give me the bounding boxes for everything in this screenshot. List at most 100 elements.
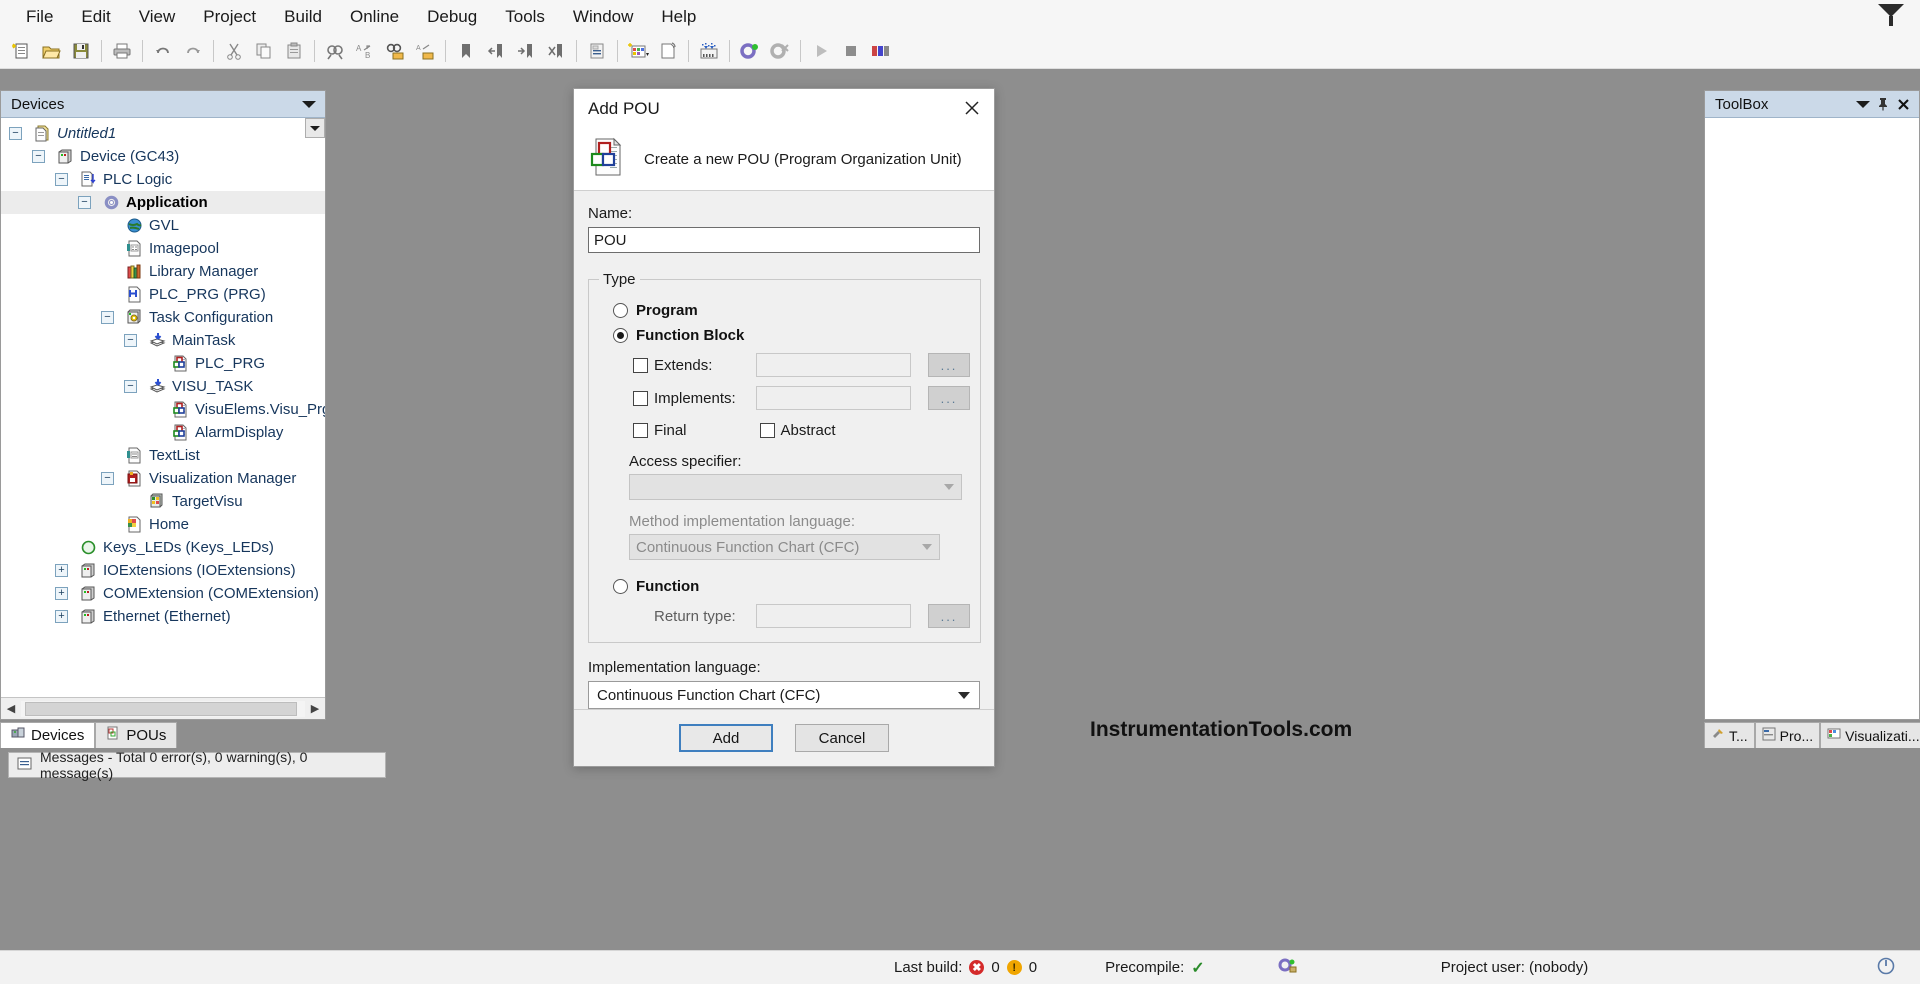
bookmark-icon[interactable]: [451, 36, 481, 66]
name-input[interactable]: [588, 227, 980, 254]
stop-icon[interactable]: [836, 36, 866, 66]
menu-edit[interactable]: Edit: [67, 3, 124, 31]
menu-file[interactable]: File: [12, 3, 67, 31]
tree-item-targetvisu[interactable]: TargetVisu: [1, 490, 325, 513]
tab-properties[interactable]: Pro...: [1754, 722, 1821, 748]
collapse-icon[interactable]: −: [78, 196, 91, 209]
close-icon[interactable]: [1893, 94, 1913, 114]
tab-toolbox[interactable]: T...: [1704, 722, 1755, 748]
program-radio[interactable]: [613, 303, 628, 319]
collapse-icon[interactable]: −: [101, 472, 114, 485]
print-icon[interactable]: [107, 36, 137, 66]
tree-item-application[interactable]: − Application: [1, 191, 325, 214]
implements-checkbox[interactable]: [633, 390, 648, 406]
chevron-down-icon[interactable]: [1853, 94, 1873, 114]
access-specifier-combo[interactable]: [629, 474, 962, 501]
implements-input[interactable]: [756, 386, 911, 411]
tree-item-untitled1[interactable]: − Untitled1: [1, 122, 325, 145]
collapse-icon[interactable]: −: [124, 334, 137, 347]
menu-view[interactable]: View: [125, 3, 190, 31]
tree-horizontal-scrollbar[interactable]: ◀ ▶: [1, 697, 325, 719]
tab-visualization[interactable]: Visualizati...: [1820, 722, 1920, 748]
cancel-button[interactable]: Cancel: [795, 724, 889, 753]
logout-icon[interactable]: [765, 36, 795, 66]
menu-online[interactable]: Online: [336, 3, 413, 31]
scroll-thumb[interactable]: [25, 701, 297, 716]
paste-icon[interactable]: [279, 36, 309, 66]
new-visualization-icon[interactable]: [623, 36, 653, 66]
tree-item-maintask[interactable]: − MainTask: [1, 329, 325, 352]
expand-icon[interactable]: +: [55, 564, 68, 577]
menu-debug[interactable]: Debug: [413, 3, 491, 31]
messages-bar[interactable]: Messages - Total 0 error(s), 0 warning(s…: [8, 749, 386, 781]
tree-item-imagepool[interactable]: Imagepool: [1, 237, 325, 260]
find-icon[interactable]: [320, 36, 350, 66]
scroll-right-icon[interactable]: ▶: [305, 698, 325, 719]
replace-in-project-icon[interactable]: A: [410, 36, 440, 66]
undo-icon[interactable]: [148, 36, 178, 66]
tree-item-gvl[interactable]: GVL: [1, 214, 325, 237]
menu-build[interactable]: Build: [270, 3, 336, 31]
redo-icon[interactable]: [178, 36, 208, 66]
scroll-track[interactable]: [21, 700, 305, 717]
tree-item-visu-task[interactable]: − VISU_TASK: [1, 375, 325, 398]
device-tree[interactable]: − Untitled1− Device (GC43) − PLC Logic − Appli…: [1, 118, 325, 694]
function-radio-row[interactable]: Function: [613, 578, 970, 595]
reset-icon[interactable]: [866, 36, 896, 66]
menu-window[interactable]: Window: [559, 3, 647, 31]
chevron-down-icon[interactable]: [299, 94, 319, 114]
return-type-input[interactable]: [756, 604, 911, 629]
tree-item-plc-prg[interactable]: PLC_PRG: [1, 352, 325, 375]
scroll-left-icon[interactable]: ◀: [1, 698, 21, 719]
collapse-icon[interactable]: −: [55, 173, 68, 186]
tree-item-visuelems-visu-prg[interactable]: VisuElems.Visu_Prg: [1, 398, 325, 421]
return-type-browse-button[interactable]: ...: [928, 604, 970, 629]
tree-item-library-manager[interactable]: Library Manager: [1, 260, 325, 283]
save-project-icon[interactable]: [66, 36, 96, 66]
tree-item-device-gc43[interactable]: − Device (GC43): [1, 145, 325, 168]
tree-item-home[interactable]: Home: [1, 513, 325, 536]
function-block-radio[interactable]: [613, 328, 628, 344]
collapse-icon[interactable]: −: [124, 380, 137, 393]
tree-item-alarmdisplay[interactable]: AlarmDisplay: [1, 421, 325, 444]
find-in-project-icon[interactable]: [380, 36, 410, 66]
menu-tools[interactable]: Tools: [491, 3, 559, 31]
extends-browse-button[interactable]: ...: [928, 353, 970, 378]
collapse-icon[interactable]: −: [32, 150, 45, 163]
tree-item-task-configuration[interactable]: − Task Configuration: [1, 306, 325, 329]
collapse-icon[interactable]: −: [9, 127, 22, 140]
tree-dropdown-button[interactable]: [305, 118, 325, 138]
replace-icon[interactable]: AB: [350, 36, 380, 66]
final-checkbox[interactable]: [633, 423, 648, 439]
tree-item-ioextensions-ioextensions[interactable]: + IOExtensions (IOExtensions): [1, 559, 325, 582]
menu-project[interactable]: Project: [189, 3, 270, 31]
tree-item-plc-prg-prg[interactable]: PLC_PRG (PRG): [1, 283, 325, 306]
login-icon[interactable]: [735, 36, 765, 66]
power-icon[interactable]: [1876, 956, 1896, 980]
expand-icon[interactable]: +: [55, 587, 68, 600]
copy-icon[interactable]: [249, 36, 279, 66]
method-language-combo[interactable]: Continuous Function Chart (CFC): [629, 534, 940, 561]
new-object-icon[interactable]: [653, 36, 683, 66]
previous-bookmark-icon[interactable]: [481, 36, 511, 66]
clear-bookmarks-icon[interactable]: [541, 36, 571, 66]
pin-icon[interactable]: [1873, 94, 1893, 114]
implementation-language-combo[interactable]: Continuous Function Chart (CFC): [588, 681, 980, 710]
implements-browse-button[interactable]: ...: [928, 386, 970, 411]
tree-item-plc-logic[interactable]: − PLC Logic: [1, 168, 325, 191]
tree-item-visualization-manager[interactable]: − Visualization Manager: [1, 467, 325, 490]
next-bookmark-icon[interactable]: [511, 36, 541, 66]
collapse-icon[interactable]: −: [101, 311, 114, 324]
tab-devices[interactable]: Devices: [0, 722, 96, 748]
extends-checkbox[interactable]: [633, 357, 648, 373]
extends-input[interactable]: [756, 353, 911, 378]
function-block-radio-row[interactable]: Function Block: [613, 327, 970, 344]
abstract-checkbox[interactable]: [759, 423, 775, 439]
tab-pous[interactable]: POUs: [95, 722, 178, 748]
properties-icon[interactable]: [582, 36, 612, 66]
start-icon[interactable]: [806, 36, 836, 66]
tree-item-textlist[interactable]: TextList: [1, 444, 325, 467]
filter-icon[interactable]: [1878, 4, 1906, 28]
tree-item-comextension-comextension[interactable]: + COMExtension (COMExtension): [1, 582, 325, 605]
menu-help[interactable]: Help: [647, 3, 710, 31]
